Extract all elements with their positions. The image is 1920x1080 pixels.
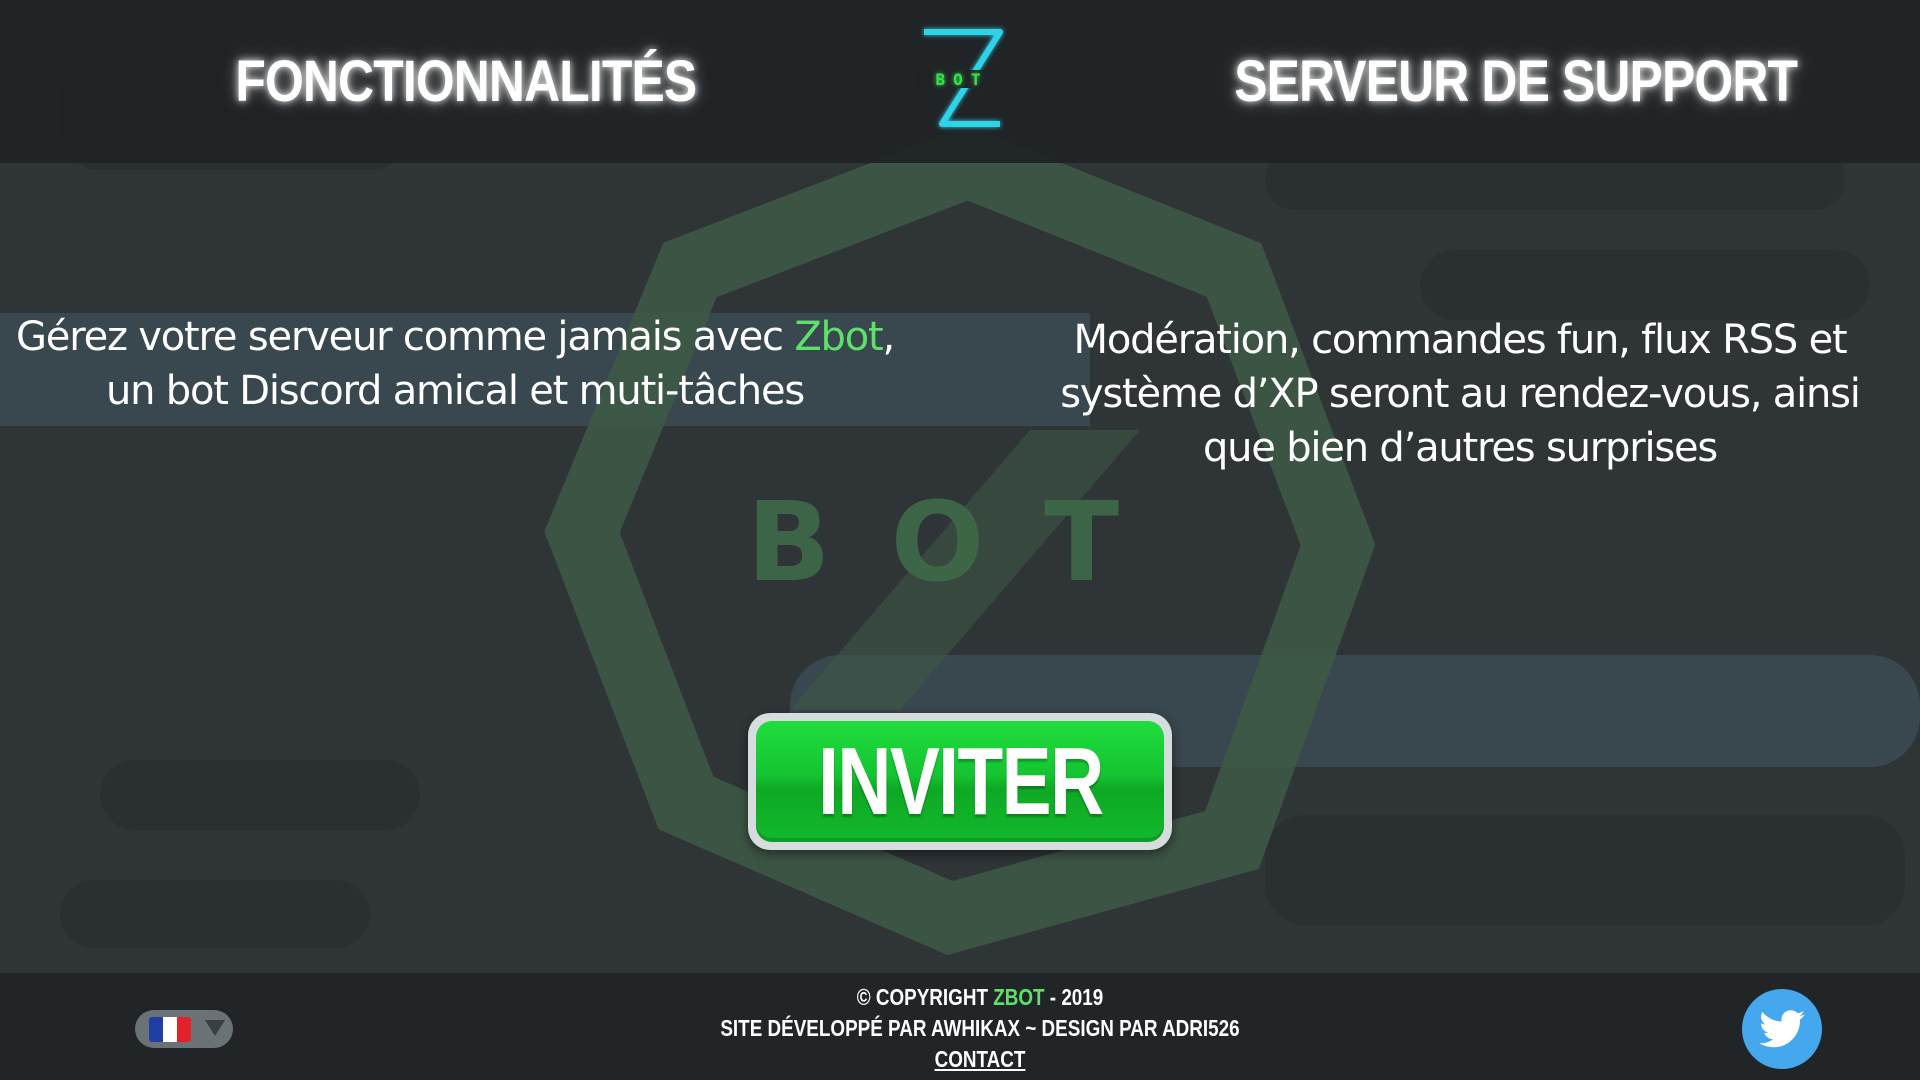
nav-support-server-link[interactable]: Serveur de support [1234, 48, 1798, 115]
zbot-logo[interactable]: BOT [912, 24, 1012, 136]
twitter-button[interactable] [1742, 989, 1822, 1069]
invite-button-label: INVITER [817, 727, 1104, 835]
logo-word: BOT [936, 70, 989, 89]
tagline-brand: Zbot [794, 314, 883, 360]
nav-features-link[interactable]: Fonctionnalités [235, 48, 697, 115]
tagline-right: Modération, commandes fun, flux RSS et s… [1060, 317, 1861, 471]
language-selector[interactable] [135, 1010, 233, 1048]
copyright-prefix: © Copyright [856, 984, 994, 1010]
watermark-word: BOT [747, 478, 1179, 606]
copyright-line: © Copyright Zbot - 2019 [718, 982, 1243, 1013]
french-flag-icon [149, 1017, 191, 1042]
contact-link[interactable]: Contact [935, 1046, 1026, 1072]
chevron-down-icon [205, 1020, 225, 1036]
copyright-brand: Zbot [993, 984, 1045, 1010]
tagline-left: Gérez votre serveur comme jamais avec Zb… [10, 310, 900, 418]
footer-credits: © Copyright Zbot - 2019 Site développé p… [718, 982, 1243, 1075]
invite-button[interactable]: INVITER [748, 713, 1172, 850]
copyright-suffix: - 2019 [1044, 984, 1104, 1010]
invite-button-face[interactable]: INVITER [756, 721, 1164, 842]
tagline-left-text-1: Gérez votre serveur comme jamais avec [16, 314, 795, 360]
developer-credits: Site développé par Awhikax ~ Design par … [720, 1015, 1240, 1041]
flag-stripe-red [177, 1017, 191, 1042]
twitter-icon [1759, 1010, 1805, 1048]
flag-stripe-blue [149, 1017, 163, 1042]
flag-stripe-white [163, 1017, 177, 1042]
